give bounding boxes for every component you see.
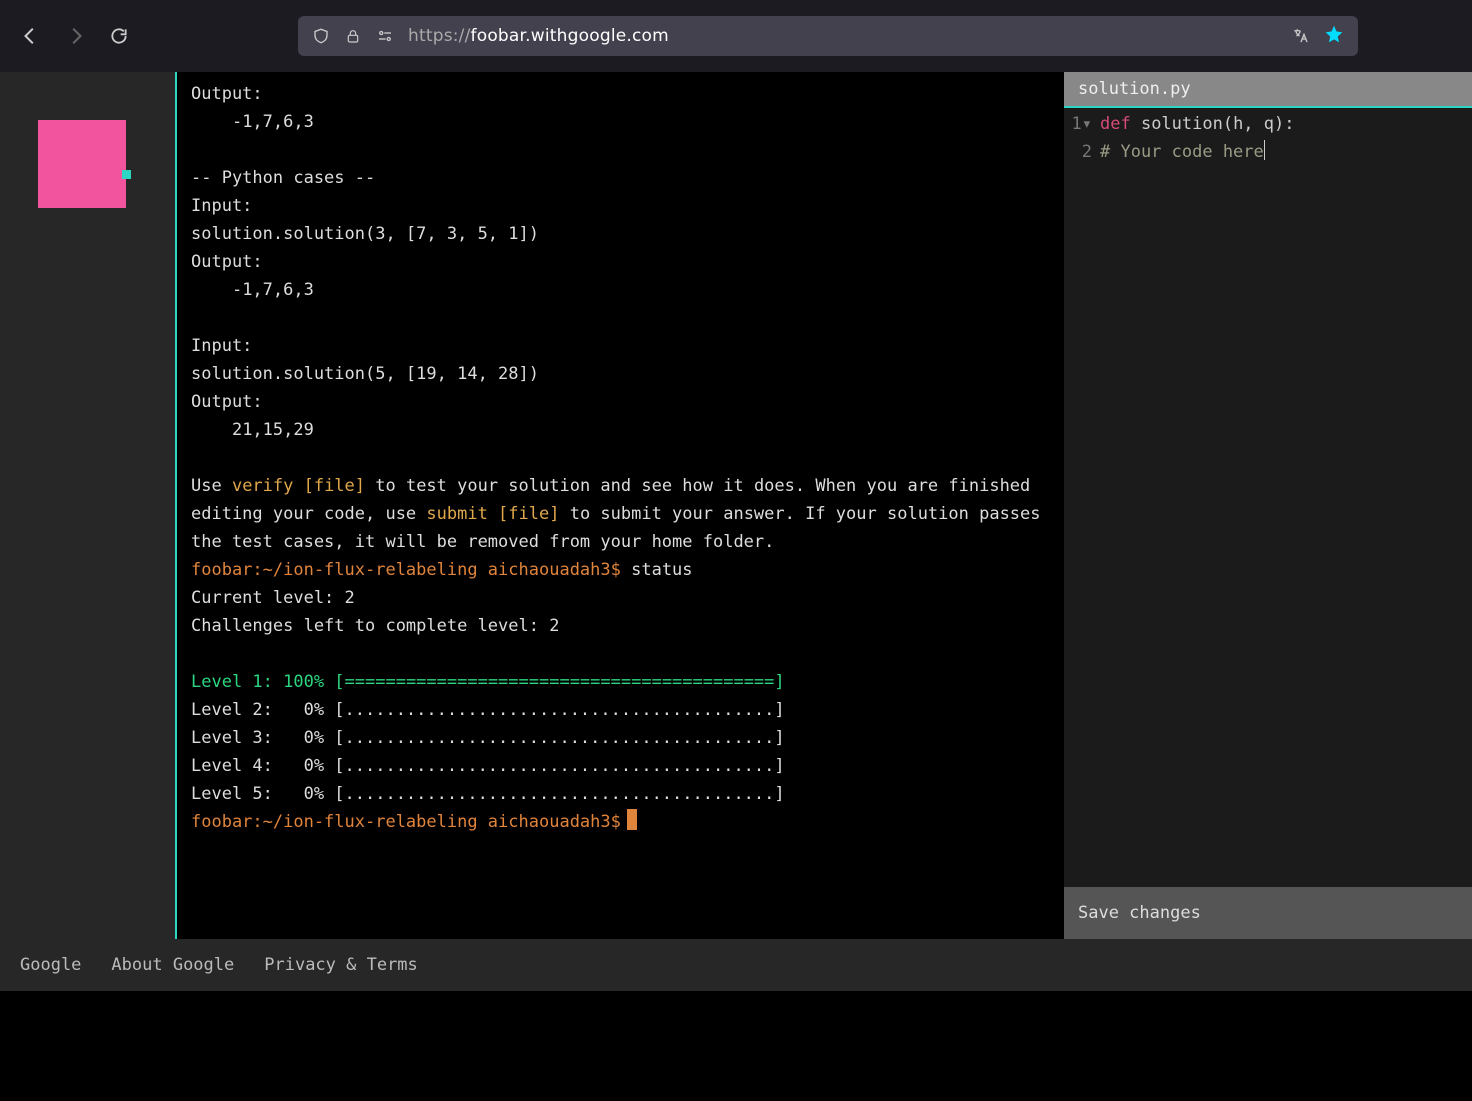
- nav-buttons: [20, 25, 130, 47]
- browser-chrome: https://foobar.withgoogle.com: [0, 0, 1472, 72]
- editor-filename: solution.py: [1078, 79, 1191, 99]
- code-lines[interactable]: def solution(h, q): # Your code here: [1100, 110, 1472, 887]
- left-rail: [0, 72, 175, 939]
- url-bar[interactable]: https://foobar.withgoogle.com: [298, 16, 1358, 56]
- permissions-icon[interactable]: [376, 27, 394, 45]
- foobar-app: Output: -1,7,6,3 -- Python cases -- Inpu…: [0, 72, 1472, 991]
- avatar-presence-dot: [122, 170, 131, 179]
- editor-cursor: [1264, 140, 1265, 160]
- forward-button[interactable]: [64, 25, 86, 47]
- back-button[interactable]: [20, 25, 42, 47]
- editor-panel: solution.py 1▾2 def solution(h, q): # Yo…: [1064, 72, 1472, 887]
- footer-link-google[interactable]: Google: [20, 955, 81, 975]
- url-security-icons: [312, 27, 394, 45]
- footer-link-privacy[interactable]: Privacy & Terms: [264, 955, 418, 975]
- status-output: Current level: 2 Challenges left to comp…: [191, 588, 559, 636]
- shield-icon: [312, 27, 330, 45]
- translate-icon[interactable]: [1292, 27, 1310, 45]
- terminal-prompt: foobar:~/ion-flux-relabeling aichaouadah…: [191, 812, 621, 832]
- terminal-cmd-status: status: [621, 560, 693, 580]
- level2-row: Level 2: 0% [...........................…: [191, 700, 785, 720]
- terminal-cursor: [627, 809, 637, 830]
- level5-row: Level 5: 0% [...........................…: [191, 784, 785, 804]
- footer-link-about[interactable]: About Google: [111, 955, 234, 975]
- terminal-prompt: foobar:~/ion-flux-relabeling aichaouadah…: [191, 560, 621, 580]
- level1-bar: [=======================================…: [334, 672, 784, 692]
- terminal[interactable]: Output: -1,7,6,3 -- Python cases -- Inpu…: [175, 72, 1064, 939]
- level1-label: Level 1: 100%: [191, 672, 334, 692]
- verify-command: verify [file]: [232, 476, 365, 496]
- code-editor[interactable]: 1▾2 def solution(h, q): # Your code here: [1064, 106, 1472, 887]
- level3-row: Level 3: 0% [...........................…: [191, 728, 785, 748]
- avatar[interactable]: [38, 120, 126, 208]
- lock-icon: [344, 27, 362, 45]
- instructions-pre: Use: [191, 476, 232, 496]
- bookmark-star-icon[interactable]: [1324, 24, 1344, 48]
- submit-command: submit [file]: [426, 504, 559, 524]
- reload-button[interactable]: [108, 25, 130, 47]
- footer: Google About Google Privacy & Terms: [0, 939, 1472, 991]
- terminal-output-block: Output: -1,7,6,3 -- Python cases -- Inpu…: [191, 84, 539, 440]
- editor-filename-tab[interactable]: solution.py: [1064, 72, 1472, 106]
- level4-row: Level 4: 0% [...........................…: [191, 756, 785, 776]
- save-changes-button[interactable]: Save changes: [1064, 887, 1472, 939]
- line-gutter: 1▾2: [1064, 110, 1100, 887]
- overscan-black: [0, 991, 1472, 1101]
- url-text: https://foobar.withgoogle.com: [408, 26, 669, 46]
